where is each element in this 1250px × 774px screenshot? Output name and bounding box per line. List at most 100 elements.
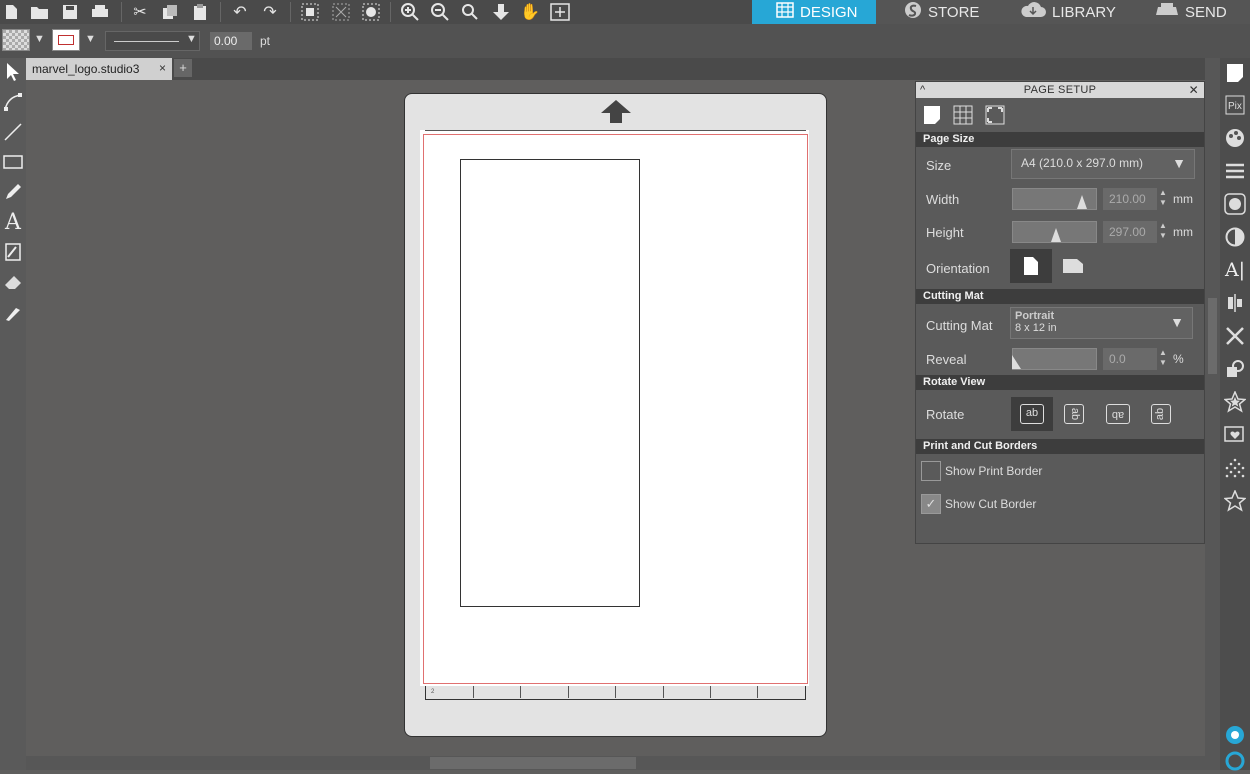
height-input[interactable]: 297.00 [1103, 221, 1157, 243]
new-document-icon[interactable] [0, 2, 22, 22]
grid-tab-icon[interactable] [952, 104, 974, 126]
point-edit-icon[interactable] [2, 90, 24, 114]
offset-star-icon[interactable] [1223, 389, 1247, 415]
text-style-icon[interactable]: A| [1223, 257, 1247, 283]
sketch-dots-icon[interactable] [1223, 455, 1247, 481]
tab-design[interactable]: DESIGN [752, 0, 876, 24]
width-input[interactable]: 210.00 [1103, 188, 1157, 210]
text-edit-icon[interactable] [2, 240, 24, 264]
cutting-mat-dropdown[interactable]: Portrait 8 x 12 in ▼ [1010, 307, 1193, 339]
paste-clipboard-icon[interactable] [189, 2, 211, 22]
toolbar-divider [220, 2, 221, 22]
replicate-icon[interactable] [1223, 323, 1247, 349]
panel-title-bar: ^ PAGE SETUP ✕ [916, 82, 1204, 98]
send-status-icon[interactable] [1223, 748, 1247, 774]
fill-palette-icon[interactable] [1223, 125, 1247, 151]
width-slider[interactable] [1012, 188, 1097, 210]
reveal-stepper[interactable]: ▲ ▼ [1159, 348, 1169, 370]
close-icon[interactable]: ✕ [1189, 82, 1199, 98]
line-width-input[interactable]: 0.00 [210, 32, 252, 50]
pan-hand-icon[interactable]: ✋ [519, 2, 541, 22]
rotate-90-button[interactable]: ab [1053, 397, 1095, 431]
orientation-label: Orientation [926, 261, 990, 276]
modify-shapes-icon[interactable] [1223, 356, 1247, 382]
zoom-selected-icon[interactable] [459, 2, 481, 22]
portrait-orientation-button[interactable] [1010, 249, 1052, 283]
show-print-border-checkbox[interactable] [921, 461, 941, 481]
rotate-0-button[interactable]: ab [1011, 397, 1053, 431]
page-setup-panel: ^ PAGE SETUP ✕ Page Size Size A4 (210.0 … [915, 81, 1205, 544]
line-tool-icon[interactable] [2, 120, 24, 144]
send-settings-icon[interactable] [1223, 722, 1247, 748]
horizontal-scroll-thumb[interactable] [430, 757, 636, 769]
vertical-scroll-thumb[interactable] [1208, 298, 1217, 374]
reveal-slider[interactable] [1012, 348, 1097, 370]
ruler-tick [520, 686, 521, 698]
height-stepper[interactable]: ▲ ▼ [1159, 221, 1169, 243]
registration-tab-icon[interactable] [984, 104, 1006, 126]
rotate-270-button[interactable]: ab [1140, 397, 1182, 431]
trace-icon[interactable] [1223, 422, 1247, 448]
line-color-swatch[interactable] [52, 29, 80, 51]
document-tab[interactable]: marvel_logo.studio3 × [26, 58, 172, 80]
copy-icon[interactable] [159, 2, 181, 22]
text-tool-icon[interactable]: A [2, 210, 24, 235]
cutting-mat-orientation: Portrait [1015, 310, 1055, 322]
reveal-input[interactable]: 0.0 [1103, 348, 1157, 370]
move-down-icon[interactable] [490, 2, 512, 22]
ungroup-icon[interactable] [330, 2, 352, 22]
width-stepper[interactable]: ▲ ▼ [1159, 188, 1169, 210]
chevron-down-icon[interactable]: ▼ [85, 33, 96, 45]
fill-palette-icon[interactable] [360, 2, 382, 22]
transparency-icon[interactable] [1223, 224, 1247, 250]
cut-scissors-icon[interactable]: ✂ [129, 2, 151, 22]
redo-icon[interactable]: ↷ [259, 2, 281, 22]
horizontal-scrollbar[interactable] [26, 756, 1205, 770]
landscape-orientation-button[interactable] [1052, 249, 1094, 283]
star-outline-icon[interactable] [1223, 488, 1247, 514]
tab-store[interactable]: STORE [876, 0, 1000, 24]
undo-icon[interactable]: ↶ [229, 2, 251, 22]
tab-library[interactable]: LIBRARY [1000, 0, 1125, 24]
svg-text:Pix: Pix [1228, 101, 1242, 112]
show-cut-border-checkbox[interactable]: ✓ [921, 494, 941, 514]
rotate-180-button[interactable]: ab [1097, 397, 1139, 431]
panel-title: PAGE SETUP [1023, 84, 1097, 96]
section-cutting-mat: Cutting Mat [916, 289, 1204, 304]
pixscan-icon[interactable]: Pix [1223, 92, 1247, 118]
slider-thumb[interactable] [1012, 355, 1021, 369]
close-tab-icon[interactable]: × [159, 61, 166, 75]
fill-pattern-icon[interactable] [1223, 191, 1247, 217]
height-slider[interactable] [1012, 221, 1097, 243]
fit-to-page-icon[interactable] [549, 2, 571, 22]
save-icon[interactable] [59, 2, 81, 22]
align-icon[interactable] [1223, 290, 1247, 316]
eraser-tool-icon[interactable] [2, 270, 24, 294]
page-setup-icon[interactable] [1223, 60, 1247, 86]
rotate-90-icon: ab [1064, 404, 1084, 424]
line-style-icon[interactable] [1223, 158, 1247, 184]
fill-color-swatch[interactable] [2, 29, 30, 51]
rectangle-tool-icon[interactable] [2, 150, 24, 174]
chevron-down-icon[interactable]: ▼ [34, 33, 45, 45]
tab-send[interactable]: SEND [1125, 0, 1250, 24]
zoom-out-icon[interactable] [429, 2, 451, 22]
add-tab-button[interactable]: + [174, 59, 192, 77]
chevron-down-icon[interactable]: ▼ [186, 33, 197, 45]
size-dropdown[interactable]: A4 (210.0 x 297.0 mm) ▼ [1011, 149, 1195, 179]
zoom-in-icon[interactable] [399, 2, 421, 22]
vertical-scrollbar[interactable] [1205, 58, 1220, 770]
page-tab-icon[interactable] [921, 104, 943, 126]
cutting-mat[interactable]: 2 [404, 93, 827, 737]
pencil-tool-icon[interactable] [2, 180, 24, 204]
select-arrow-icon[interactable] [2, 60, 24, 84]
slider-thumb[interactable] [1051, 228, 1061, 242]
slider-thumb[interactable] [1077, 195, 1087, 209]
open-folder-icon[interactable] [29, 2, 51, 22]
knife-tool-icon[interactable] [2, 300, 24, 324]
collapse-icon[interactable]: ^ [920, 82, 925, 98]
group-icon[interactable] [299, 2, 321, 22]
mat-ruler: 2 [425, 686, 806, 700]
design-rectangle[interactable] [460, 159, 640, 607]
print-icon[interactable] [89, 2, 111, 22]
